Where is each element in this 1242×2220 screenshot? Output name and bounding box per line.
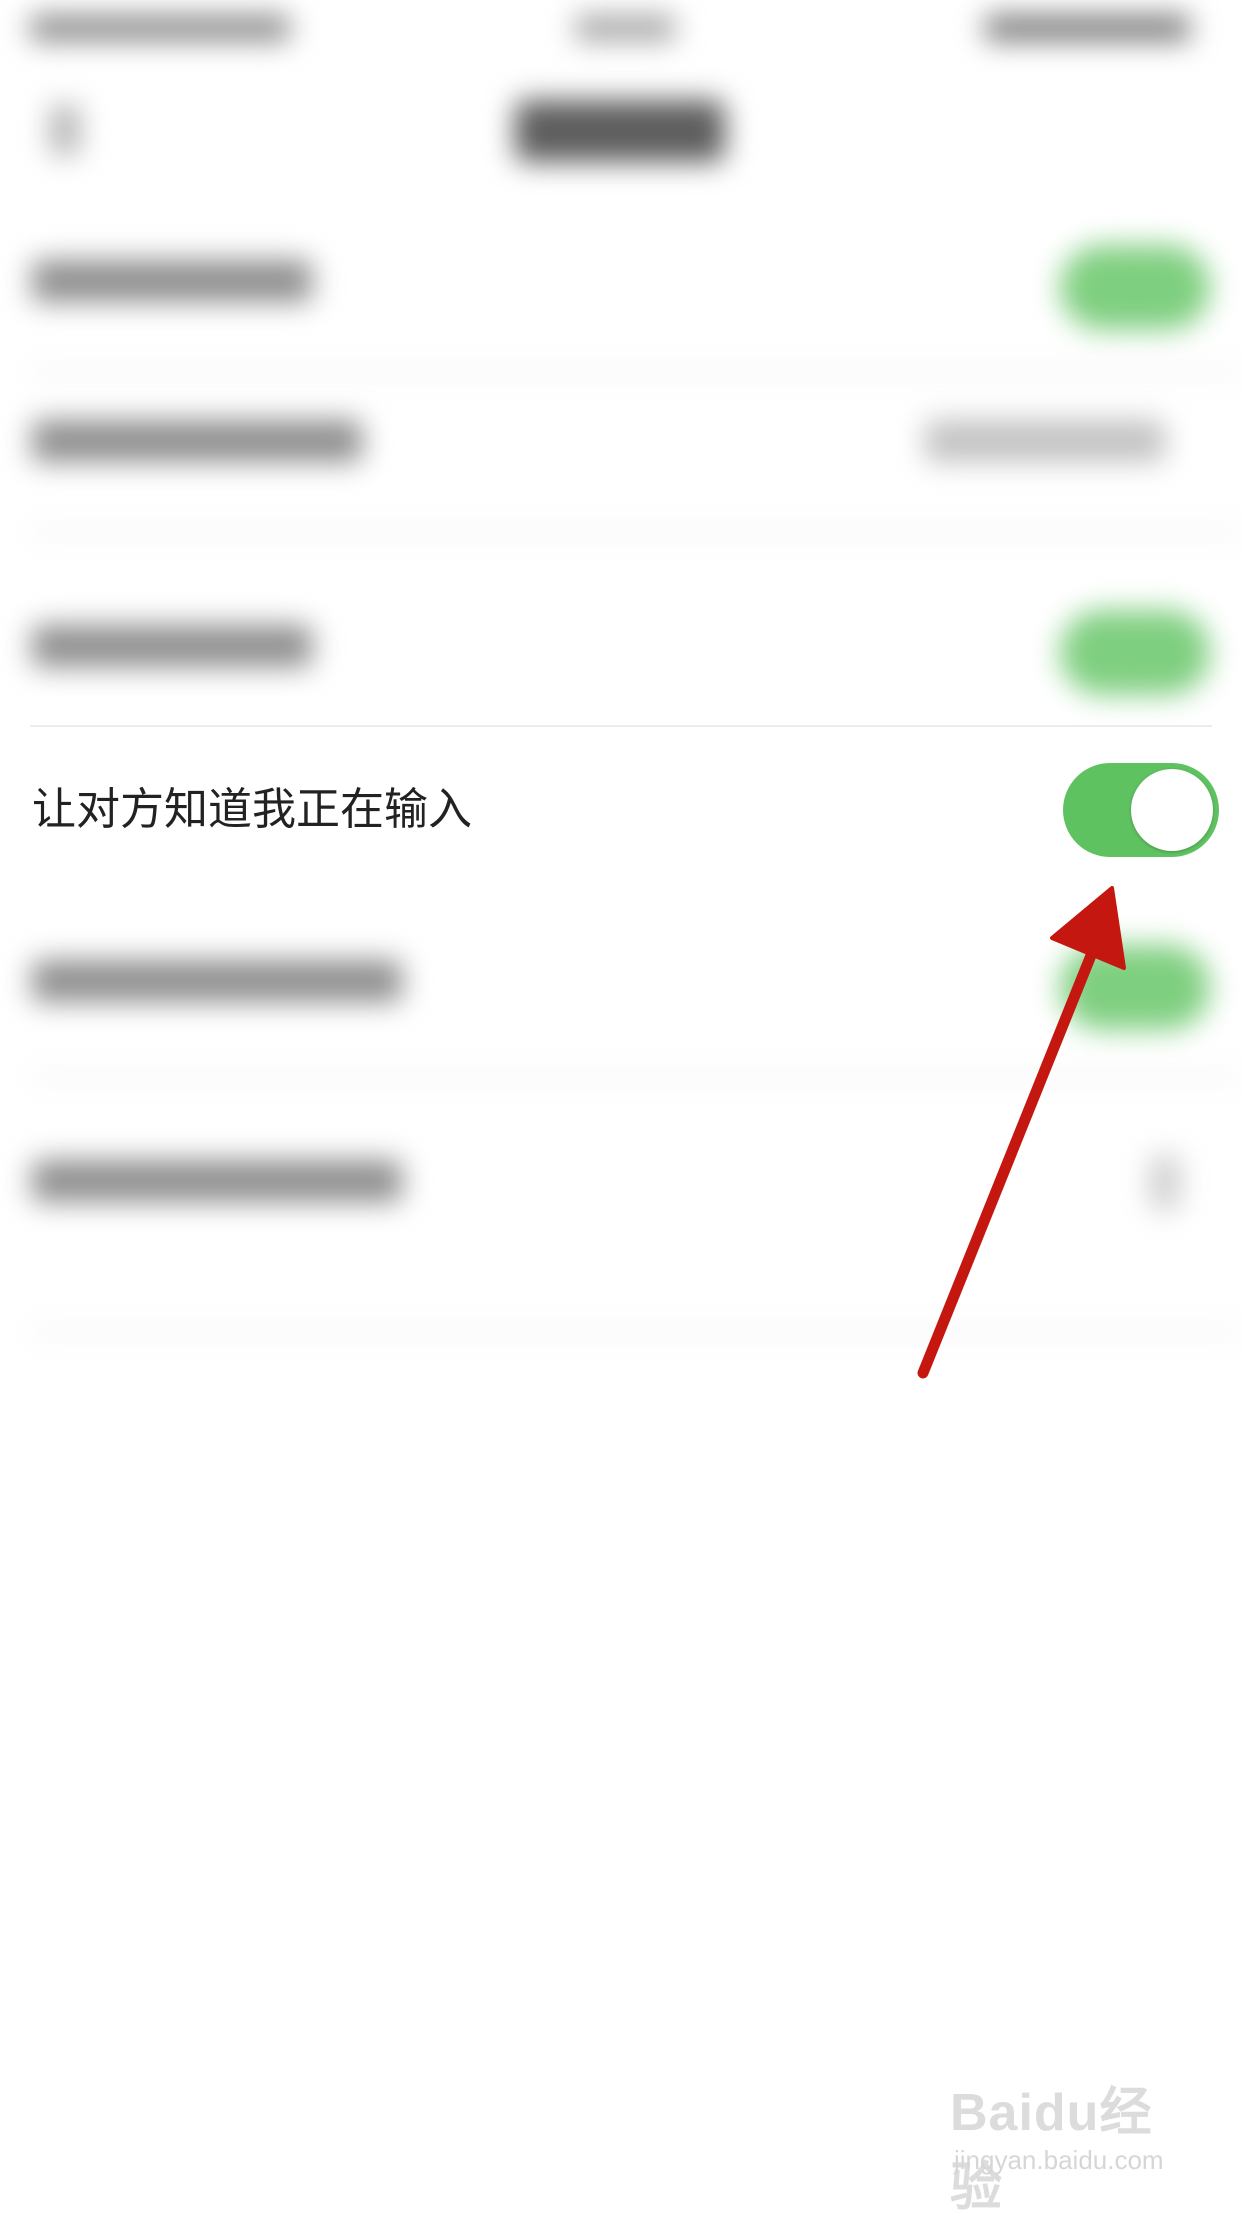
- baidu-jingyan-watermark: Baidu经验 jingyan.baidu.com: [950, 2070, 1180, 2217]
- back-arrow-icon[interactable]: [50, 105, 80, 155]
- toggle-knob: [1131, 769, 1213, 851]
- blurred-row-label: [32, 625, 312, 667]
- status-bar: [0, 0, 1242, 60]
- setting-label: 让对方知道我正在输入: [32, 784, 472, 835]
- watermark-url: jingyan.baidu.com: [954, 2145, 1164, 2175]
- blurred-row-value: [925, 420, 1165, 462]
- blurred-toggle[interactable]: [1060, 245, 1210, 330]
- page-title: [515, 100, 725, 162]
- blurred-setting-row[interactable]: [0, 900, 1242, 1060]
- blurred-setting-row[interactable]: [0, 360, 1242, 520]
- blurred-setting-row[interactable]: [0, 200, 1242, 360]
- chevron-right-icon: [1150, 1155, 1180, 1210]
- divider: [30, 1330, 1242, 1334]
- blurred-setting-row[interactable]: [0, 565, 1242, 725]
- blurred-toggle[interactable]: [1060, 610, 1210, 695]
- blurred-setting-row[interactable]: [0, 1100, 1242, 1260]
- blurred-row-label: [32, 960, 402, 1002]
- navigation-bar: [0, 70, 1242, 190]
- blurred-toggle[interactable]: [1060, 945, 1210, 1030]
- clock: [575, 15, 675, 41]
- typing-indicator-toggle[interactable]: [1063, 763, 1219, 857]
- battery-indicator: [985, 15, 1190, 41]
- carrier-indicator: [30, 15, 290, 41]
- setting-row-typing-indicator[interactable]: 让对方知道我正在输入: [0, 727, 1242, 892]
- blurred-row-label: [32, 1160, 402, 1202]
- blurred-row-label: [32, 260, 312, 302]
- blurred-row-label: [32, 420, 362, 462]
- divider: [30, 530, 1242, 534]
- divider: [30, 1075, 1242, 1079]
